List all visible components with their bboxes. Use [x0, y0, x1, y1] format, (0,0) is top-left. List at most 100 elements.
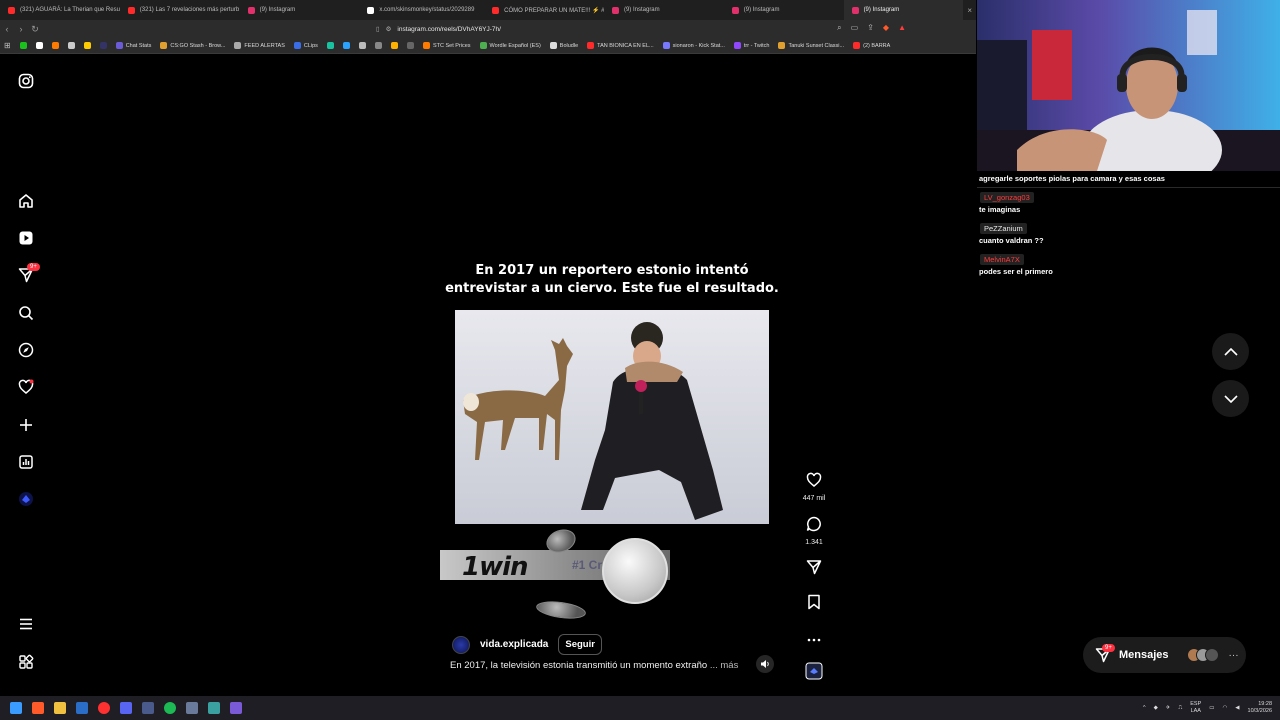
bookmark-item[interactable] [374, 42, 382, 49]
address-bar[interactable]: ▯ ⚙ instagram.com/reels/DVhAY6YJ-7h/ [370, 22, 910, 36]
browser-tab[interactable]: (321) AGUARÁ: La Therian que Result [0, 0, 120, 20]
language-indicator[interactable]: ESP LAA [1190, 701, 1201, 715]
clock[interactable]: 19:28 10/3/2026 [1248, 701, 1272, 715]
bookmark-item[interactable]: Wordle Español (ES) [479, 42, 541, 49]
app-icon[interactable] [142, 702, 154, 714]
chevron-up-icon [1223, 347, 1238, 356]
bookmark-item[interactable]: Chat Stats [115, 42, 151, 49]
app-icon[interactable] [208, 702, 220, 714]
browser-tab[interactable]: (321) Las 7 revelaciones más perturb [120, 0, 240, 20]
file-explorer-icon[interactable] [54, 702, 66, 714]
browser-tab[interactable]: CÓMO PREPARAR UN MATE!!! ⚡ #e [484, 0, 604, 20]
back-icon[interactable]: ‹ [0, 24, 14, 34]
close-tab-icon[interactable]: × [963, 6, 976, 15]
bookmark-item[interactable]: FEED ALERTAS [234, 42, 285, 49]
browser-tab[interactable]: x.com/skinsmonkey/status/2029289 [359, 0, 484, 20]
more-options-button[interactable] [796, 630, 832, 648]
bookmark-item[interactable]: TAN BIONICA EN EL... [587, 42, 654, 49]
keyboard-layout: LAA [1190, 708, 1201, 714]
more-menu-icon[interactable] [17, 615, 35, 633]
activity-heart-icon[interactable] [17, 378, 35, 396]
more-link[interactable]: ... más [710, 660, 739, 671]
shields-icon[interactable]: ◆ [883, 23, 889, 33]
bookmark-item[interactable] [35, 42, 43, 49]
tray-icon[interactable]: ◆ [1154, 705, 1158, 711]
usb-icon[interactable]: ⎍ [1178, 705, 1182, 712]
forward-icon[interactable]: › [14, 24, 28, 34]
browser-tab[interactable]: (9) Instagram [604, 0, 724, 20]
app-icon[interactable] [230, 702, 242, 714]
also-from-meta-icon[interactable] [17, 653, 35, 671]
reel-player[interactable]: En 2017 un reportero estonio intentó ent… [440, 68, 784, 682]
previous-reel-button[interactable] [1212, 333, 1249, 370]
bookmark-item[interactable] [406, 42, 414, 49]
steam-icon[interactable] [76, 702, 88, 714]
apps-grid-icon[interactable]: ⊞ [4, 41, 11, 50]
explore-icon[interactable] [17, 341, 35, 359]
brave-icon[interactable] [32, 702, 44, 714]
wifi-icon[interactable]: ◠ [1222, 705, 1227, 711]
instagram-logo-icon[interactable] [17, 72, 35, 90]
tray-icon[interactable]: ✈ [1166, 705, 1171, 711]
browser-tab[interactable]: (9) Instagram [240, 0, 360, 20]
app-icon[interactable] [186, 702, 198, 714]
tray-chevron-icon[interactable]: ^ [1143, 705, 1146, 711]
profile-avatar-icon[interactable] [17, 490, 35, 508]
author-avatar[interactable] [452, 635, 470, 654]
bookmark-item[interactable] [326, 42, 334, 49]
bookmark-item[interactable]: (2) BARRA [853, 42, 890, 49]
network-icon[interactable]: ▭ [1209, 705, 1214, 711]
audio-thumbnail[interactable] [796, 662, 832, 685]
create-plus-icon[interactable] [17, 416, 35, 434]
notifications-badge: 9+ [27, 263, 40, 271]
comment-button[interactable]: 1.341 [796, 516, 832, 546]
bookmark-item[interactable] [342, 42, 350, 49]
like-count: 447 mil [802, 495, 826, 502]
browser-tab[interactable]: (9) Instagram [843, 0, 964, 20]
bookmark-item[interactable] [19, 42, 27, 49]
bookmark-item[interactable]: CLips [293, 42, 318, 49]
like-button[interactable]: 447 mil [796, 472, 832, 502]
bookmark-item[interactable] [99, 42, 107, 49]
mute-button[interactable] [756, 655, 774, 673]
spotify-icon[interactable] [164, 702, 176, 714]
reels-icon[interactable] [17, 229, 35, 247]
bookmark-item[interactable]: Boludle [549, 42, 578, 49]
search-icon[interactable] [17, 304, 35, 322]
rewards-icon[interactable]: ▲ [898, 23, 906, 33]
bookmark-item[interactable] [83, 42, 91, 49]
save-button[interactable] [796, 594, 832, 615]
author-username[interactable]: vida.explicada [480, 639, 548, 650]
bookmark-item[interactable]: Tanuki Sunset Classi... [778, 42, 844, 49]
coin-graphic [602, 538, 668, 604]
discord-icon[interactable] [120, 702, 132, 714]
bookmark-item[interactable] [67, 42, 75, 49]
bookmark-item[interactable] [51, 42, 59, 49]
messages-button[interactable]: Mensajes ··· [1083, 637, 1246, 673]
bookmark-item[interactable]: STC Set Prices [422, 42, 471, 49]
chat-message: podes ser el primero [979, 267, 1053, 276]
volume-icon[interactable]: ◀ [1235, 705, 1239, 711]
dashboard-icon[interactable] [17, 453, 35, 471]
zoom-icon[interactable]: ⌕ [837, 23, 841, 33]
follow-button[interactable]: Seguir [558, 634, 602, 655]
home-icon[interactable] [17, 192, 35, 210]
reel-description: En 2017, la televisión estonia transmiti… [450, 660, 738, 671]
share-icon[interactable]: ⇪ [867, 23, 874, 33]
bookmark-star-icon[interactable]: ▯ [376, 25, 380, 33]
reel-video-frame[interactable] [455, 310, 769, 524]
next-reel-button[interactable] [1212, 380, 1249, 417]
audio-icon [805, 662, 823, 680]
bookmark-item[interactable]: trr - Twitch [733, 42, 769, 49]
reload-icon[interactable]: ↻ [28, 24, 42, 35]
bookmark-item[interactable]: CS:GO Stash - Brow... [160, 42, 225, 49]
cast-icon[interactable]: ▭ [851, 23, 859, 33]
bookmark-item[interactable]: sionaron - Kick Stat... [662, 42, 725, 49]
start-icon[interactable] [10, 702, 22, 714]
bookmark-item[interactable] [358, 42, 366, 49]
obs-icon[interactable] [98, 702, 110, 714]
share-button[interactable] [796, 559, 832, 580]
bookmark-item[interactable] [390, 42, 398, 49]
site-settings-icon[interactable]: ⚙ [386, 25, 392, 33]
browser-tab[interactable]: (9) Instagram [724, 0, 844, 20]
